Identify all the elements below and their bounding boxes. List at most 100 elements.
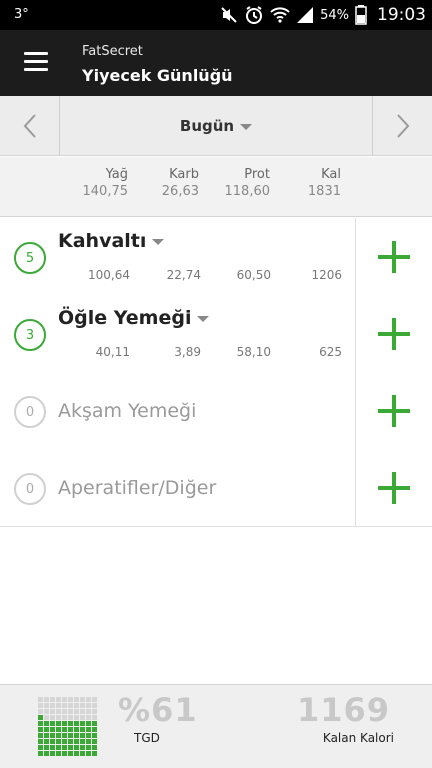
rdi-grid-cell <box>50 727 55 732</box>
rdi-grid-cell <box>86 745 91 750</box>
rdi-grid-cell <box>86 721 91 726</box>
rdi-grid-cell <box>80 751 85 756</box>
rdi-grid-cell <box>74 715 79 720</box>
rdi-grid-cell <box>74 745 79 750</box>
rdi-grid-cell <box>80 715 85 720</box>
plus-icon <box>378 394 410 427</box>
mute-icon <box>221 7 237 23</box>
rdi-grid-cell <box>68 703 73 708</box>
rdi-grid-cell <box>38 733 43 738</box>
rdi-grid-cell <box>56 715 61 720</box>
meal-item-count: 0 <box>14 396 46 428</box>
rdi-grid-cell <box>50 721 55 726</box>
rdi-grid-cell <box>62 739 67 744</box>
rdi-grid-cell <box>86 697 91 702</box>
rdi-grid-cell <box>86 751 91 756</box>
rdi-grid-cell <box>68 721 73 726</box>
signal-icon <box>297 7 314 23</box>
rdi-grid-cell <box>62 703 67 708</box>
rdi-grid-cell <box>50 739 55 744</box>
rdi-grid-cell <box>44 697 49 702</box>
hamburger-menu-icon[interactable] <box>24 52 50 74</box>
prot-label: Prot <box>244 167 270 182</box>
meal-title-dropdown[interactable]: Öğle Yemeği <box>58 307 210 329</box>
carb-value: 26,63 <box>161 184 199 199</box>
rdi-grid-cell <box>80 739 85 744</box>
clock: 19:03 <box>377 5 426 25</box>
add-food-button[interactable] <box>355 295 432 372</box>
remaining-calories-value: 1169 <box>296 691 390 729</box>
rdi-grid-cell <box>44 715 49 720</box>
meal-item-count: 0 <box>14 473 46 505</box>
meal-row-dinner[interactable]: 0 Akşam Yemeği <box>0 372 432 450</box>
rdi-grid-cell <box>92 733 97 738</box>
meal-carb: 3,89 <box>174 345 201 359</box>
rdi-grid-cell <box>62 733 67 738</box>
add-food-button[interactable] <box>355 449 432 526</box>
rdi-grid-cell <box>38 751 43 756</box>
status-icons: 54% 19:03 <box>220 3 426 27</box>
rdi-grid-cell <box>86 709 91 714</box>
meal-cal: 625 <box>319 345 342 359</box>
chevron-right-icon <box>396 114 409 138</box>
status-bar: 3° 54% 19:03 <box>0 0 432 30</box>
rdi-grid-cell <box>68 727 73 732</box>
rdi-grid-cell <box>62 709 67 714</box>
rdi-grid-cell <box>80 727 85 732</box>
rdi-grid-cell <box>74 703 79 708</box>
meal-prot: 58,10 <box>236 345 271 359</box>
meal-fat: 100,64 <box>88 268 130 282</box>
rdi-grid-cell <box>56 727 61 732</box>
fat-total: Yağ 140,75 <box>83 167 129 199</box>
rdi-grid-cell <box>38 739 43 744</box>
daily-totals: Yağ 140,75 Karb 26,63 Prot 118,60 Kal 18… <box>0 157 432 217</box>
wifi-icon <box>270 7 290 23</box>
rdi-grid-cell <box>74 697 79 702</box>
prot-value: 118,60 <box>224 184 271 199</box>
add-food-button[interactable] <box>355 372 432 449</box>
chevron-left-icon <box>23 114 36 138</box>
rdi-grid-cell <box>62 715 67 720</box>
meal-row-breakfast[interactable]: 5 Kahvaltı 100,64 22,74 60,50 1206 <box>0 218 432 296</box>
plus-icon <box>378 317 410 350</box>
meal-title-dropdown[interactable]: Kahvaltı <box>58 230 165 252</box>
meal-title[interactable]: Aperatifler/Diğer <box>58 477 216 499</box>
rdi-grid-cell <box>92 697 97 702</box>
next-day-button[interactable] <box>372 96 432 156</box>
meal-name: Akşam Yemeği <box>58 400 197 422</box>
rdi-grid-cell <box>86 733 91 738</box>
plus-icon <box>378 471 410 504</box>
rdi-grid-cell <box>56 751 61 756</box>
rdi-grid-cell <box>62 697 67 702</box>
meal-row-snacks[interactable]: 0 Aperatifler/Diğer <box>0 449 432 527</box>
rdi-grid-cell <box>62 721 67 726</box>
meal-name: Kahvaltı <box>58 230 147 252</box>
meal-cal: 1206 <box>311 268 342 282</box>
rdi-grid-cell <box>38 727 43 732</box>
date-dropdown[interactable]: Bugün <box>61 96 371 156</box>
cal-value: 1831 <box>307 184 341 199</box>
meal-prot: 60,50 <box>236 268 271 282</box>
rdi-grid-cell <box>50 745 55 750</box>
chevron-down-icon <box>152 239 165 245</box>
rdi-grid-cell <box>74 709 79 714</box>
rdi-grid-cell <box>74 721 79 726</box>
meal-name: Aperatifler/Diğer <box>58 477 217 499</box>
rdi-grid-cell <box>44 727 49 732</box>
meal-title[interactable]: Akşam Yemeği <box>58 400 196 422</box>
carb-label: Karb <box>169 167 199 182</box>
daily-summary-footer: %61 TGD 1169 Kalan Kalori <box>0 684 432 768</box>
rdi-grid-cell <box>86 703 91 708</box>
rdi-grid-cell <box>56 703 61 708</box>
rdi-grid-cell <box>38 721 43 726</box>
meal-row-lunch[interactable]: 3 Öğle Yemeği 40,11 3,89 58,10 625 <box>0 295 432 373</box>
rdi-grid-cell <box>56 745 61 750</box>
previous-day-button[interactable] <box>0 96 60 156</box>
rdi-grid-cell <box>80 745 85 750</box>
rdi-grid-cell <box>80 703 85 708</box>
rdi-grid-cell <box>92 751 97 756</box>
rdi-grid-cell <box>38 709 43 714</box>
rdi-grid-cell <box>56 709 61 714</box>
plus-icon <box>378 240 410 273</box>
add-food-button[interactable] <box>355 218 432 295</box>
